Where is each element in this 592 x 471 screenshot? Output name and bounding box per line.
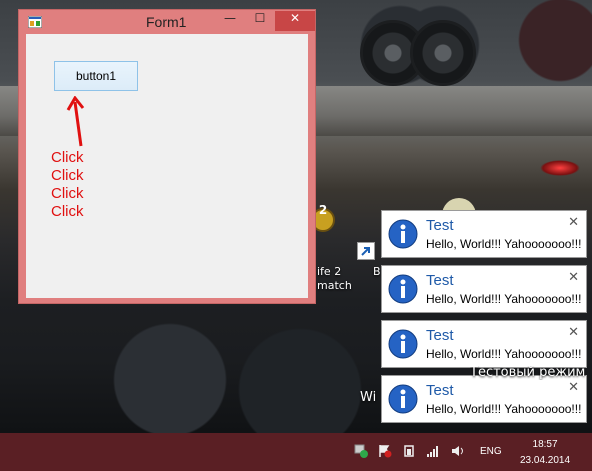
- desktop-icon-label[interactable]: ife 2 match: [317, 265, 352, 293]
- badge-number: 2: [319, 203, 327, 217]
- button1[interactable]: button1: [54, 61, 138, 91]
- title-bar[interactable]: Form1 — ☐ ✕: [19, 10, 315, 34]
- notification-title: Test: [426, 382, 454, 399]
- notification-title: Test: [426, 217, 454, 234]
- click-line: Click: [51, 203, 84, 220]
- window-title: Form1: [146, 14, 187, 30]
- wallpaper-gear: [410, 20, 476, 86]
- info-icon: [388, 219, 418, 249]
- notification-close-icon[interactable]: ✕: [568, 325, 579, 340]
- notification-message: Hello, World!!! Yahooooooo!!!: [426, 347, 582, 361]
- form1-window: Form1 — ☐ ✕ button1 Click Click Click Cl…: [18, 9, 316, 304]
- info-icon: [388, 274, 418, 304]
- click-log: Click Click Click Click: [51, 149, 84, 221]
- clock-date: 23.04.2014: [520, 455, 571, 466]
- click-line: Click: [51, 167, 84, 184]
- notification-message: Hello, World!!! Yahooooooo!!!: [426, 402, 582, 416]
- volume-icon[interactable]: [451, 444, 465, 458]
- form-client-area: button1 Click Click Click Click: [26, 34, 308, 298]
- info-icon: [388, 329, 418, 359]
- wifi-signal-icon[interactable]: [426, 444, 440, 458]
- info-icon: [388, 384, 418, 414]
- notification-title: Test: [426, 327, 454, 344]
- language-indicator[interactable]: ENG: [480, 446, 502, 457]
- notification-toast[interactable]: Test Hello, World!!! Yahooooooo!!! ✕: [381, 265, 587, 313]
- app-icon[interactable]: [27, 15, 43, 29]
- taskbar: ENG 18:57 23.04.2014: [0, 433, 592, 471]
- minimize-button[interactable]: —: [215, 11, 245, 31]
- notification-toast[interactable]: Test Hello, World!!! Yahooooooo!!! ✕: [381, 375, 587, 423]
- power-icon[interactable]: [402, 444, 416, 458]
- notification-message: Hello, World!!! Yahooooooo!!!: [426, 237, 582, 251]
- action-center-flag-icon[interactable]: [378, 444, 392, 458]
- clock[interactable]: 18:57 23.04.2014: [520, 437, 570, 469]
- click-line: Click: [51, 185, 84, 202]
- wallpaper-light: [540, 160, 580, 176]
- notification-message: Hello, World!!! Yahooooooo!!!: [426, 292, 582, 306]
- notification-title: Test: [426, 272, 454, 289]
- close-button[interactable]: ✕: [275, 11, 315, 31]
- background-text: Wi: [360, 390, 377, 405]
- notification-toast[interactable]: Test Hello, World!!! Yahooooooo!!! ✕: [381, 320, 587, 368]
- shortcut-arrow-icon: [357, 242, 375, 260]
- arrow-up-icon: [66, 96, 85, 147]
- notification-close-icon[interactable]: ✕: [568, 215, 579, 230]
- test-mode-watermark: Тестовый режим: [470, 366, 586, 380]
- clock-time: 18:57: [532, 439, 558, 450]
- notification-close-icon[interactable]: ✕: [568, 380, 579, 395]
- network-status-icon[interactable]: [354, 444, 368, 458]
- maximize-button[interactable]: ☐: [245, 11, 275, 31]
- notification-close-icon[interactable]: ✕: [568, 270, 579, 285]
- notification-toast[interactable]: Test Hello, World!!! Yahooooooo!!! ✕: [381, 210, 587, 258]
- click-line: Click: [51, 149, 84, 166]
- desktop-icon-label-b[interactable]: B: [373, 265, 381, 279]
